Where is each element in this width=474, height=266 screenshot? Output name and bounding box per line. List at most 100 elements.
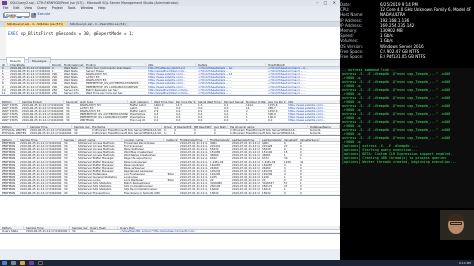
column-header[interactable]: Details <box>196 63 266 66</box>
table-cell[interactable]: <?ClickToSeeDetails -- 14 <box>196 73 266 75</box>
column-header[interactable]: instance_name <box>164 138 178 141</box>
column-header[interactable]: CheckDate <box>8 63 50 66</box>
column-header[interactable]: object_name <box>76 138 122 141</box>
column-header[interactable]: Number of Waits <box>244 100 266 103</box>
column-header[interactable]: Finding <box>84 63 146 66</box>
table-cell[interactable]: <?ClickToSeeDetails -- ... <box>196 76 266 78</box>
table-cell[interactable]: <?ClickToSeeCommand -- ... <box>266 92 340 94</box>
table-cell[interactable]: <?ClickToSeeCommand -- ... <box>266 82 340 84</box>
table-cell[interactable]: <?ClickToSeeCommand -- ... <box>266 76 340 78</box>
column-header[interactable]: ValuePerSecond <box>298 138 320 141</box>
column-header[interactable]: Sample (seconds) <box>70 226 88 229</box>
search-icon[interactable] <box>11 261 16 265</box>
table-cell[interactable]: <?ClickToSeeCommand -- ... <box>266 73 340 75</box>
table-cell[interactable]: <?ClickToSeeCommand -- ... <box>266 79 340 81</box>
table-cell[interactable]: https://www.sqlskills.com/... <box>286 119 340 121</box>
console-window[interactable]: -- ostress command line -- ostress -S. -E… <box>340 68 474 208</box>
table-cell[interactable]: <?ClickToSeeDetails -- ... <box>196 89 266 91</box>
table-cell[interactable]: https://www.sqlskills.com/... <box>286 116 340 118</box>
database-select[interactable]: master <box>4 12 30 17</box>
query-editor[interactable]: EXEC sp_BlitzFirst @Seconds = 30, @Exper… <box>0 27 340 60</box>
query-stats-grid[interactable]: PatternSample TimeSample (seconds)Query … <box>0 226 340 235</box>
column-header[interactable]: wait_category <box>128 100 152 103</box>
table-cell[interactable]: <?ClickToSeeDetails -- ... <box>196 86 266 88</box>
table-cell[interactable]: https://www.sqlskills.com/... <box>146 86 196 88</box>
table-cell[interactable]: <?ClickToSeeCommand -- ... <box>266 89 340 91</box>
table-cell[interactable]: <?ClickToSeeDetails -- ... <box>196 79 266 81</box>
table-row[interactable]: WAIT STATS 2019-06-25 21:12:17.6410000 -0… <box>0 119 340 123</box>
table-cell[interactable]: https://www.sqlskills.com/... <box>146 79 196 81</box>
column-header[interactable]: FirstSampleValue <box>208 138 230 141</box>
column-header[interactable]: Pattern <box>0 125 28 128</box>
table-cell[interactable]: https://www.sqlskills.com/... <box>146 76 196 78</box>
column-header[interactable]: wait_type <box>78 100 128 103</box>
column-header[interactable]: FindingsGroup <box>62 63 84 66</box>
table-cell[interactable]: <?ClickToSeeDetails -- Sp <box>196 67 266 69</box>
column-header[interactable]: MB Read/Written <box>192 125 212 128</box>
column-header[interactable]: Avg Stall (ms) <box>212 125 228 128</box>
column-header[interactable]: FirstSampleTime <box>178 138 208 141</box>
table-cell[interactable]: http://www.BrentOzar.com/... <box>146 70 196 72</box>
column-header[interactable]: Percent Signal Waits <box>222 100 244 103</box>
file-stats-grid[interactable]: PatternSample TimeSample (seconds)File N… <box>0 125 340 137</box>
ssms-taskbar-icon[interactable] <box>29 261 34 265</box>
table-cell[interactable]: https://www.sqlskills.com/... <box>146 82 196 84</box>
explorer-icon[interactable] <box>20 261 25 265</box>
column-header[interactable]: URL <box>146 63 196 66</box>
table-cell[interactable]: <?ClickToSeeCommand -- ... <box>266 70 340 72</box>
column-header[interactable]: Seconds Sample <box>64 100 78 103</box>
start-icon[interactable] <box>2 261 7 265</box>
table-cell[interactable]: https://www.sqlskills.com/... <box>286 110 340 112</box>
column-header[interactable]: Sample Time <box>24 226 70 229</box>
column-header[interactable]: Sample (seconds) <box>62 138 76 141</box>
column-header[interactable]: Per Core Per Second <box>174 100 196 103</box>
console-taskbar-icon[interactable] <box>38 261 43 265</box>
table-row[interactable]: PHYSICAL WRITES 2019-06-25 21:12:17.64100… <box>0 132 340 136</box>
table-cell[interactable]: <?ClickToSeeDetails -- ... <box>196 92 266 94</box>
table-cell[interactable]: https://www.sqlskills.com/... <box>286 104 340 106</box>
wait-stats-grid[interactable]: PatternSample EndedSeconds Samplewait_ty… <box>0 100 340 124</box>
column-header[interactable]: ID <box>0 63 8 66</box>
column-header[interactable]: File Name <box>90 125 162 128</box>
column-header[interactable]: Query Plan <box>118 226 340 229</box>
column-header[interactable]: Pattern <box>0 138 18 141</box>
query-code[interactable]: EXEC sp_BlitzFirst @Seconds = 30, @Exper… <box>8 31 134 36</box>
table-cell[interactable]: <ShowPlanXML xmlns="http://schemas.micro… <box>118 230 340 232</box>
table-row[interactable]: Query Stats 2019-06-25 21:12:17.6410000 -… <box>0 230 340 234</box>
column-header[interactable]: LastSampleTime <box>230 138 260 141</box>
table-cell[interactable]: <?ClickToSeeDetails -- ... <box>196 70 266 72</box>
column-header[interactable]: LastSampleValue <box>260 138 282 141</box>
table-cell[interactable]: http://www.BrentOzar.com/go... <box>146 92 196 94</box>
column-header[interactable]: Query Hash <box>88 226 118 229</box>
table-cell[interactable]: <?ClickToSeeCommand -- K... <box>266 67 340 69</box>
table-cell[interactable]: <?ClickToSeeDetails -- ... <box>196 82 266 84</box>
column-header[interactable]: file physical name <box>228 125 308 128</box>
execute-button[interactable]: ▶ Execute <box>34 12 50 16</box>
column-header[interactable]: Sample Time <box>28 125 72 128</box>
table-cell[interactable]: https://www.sqlskills.com/... <box>286 107 340 109</box>
column-header[interactable]: Sample Ended <box>20 100 64 103</box>
table-cell[interactable]: https://www.sqlskills.com/... <box>146 73 196 75</box>
perfmon-grid[interactable]: PatternSample TimeSample (seconds)object… <box>0 138 340 196</box>
column-header[interactable]: Pattern <box>0 100 20 103</box>
window-controls[interactable]: – ▢ ✕ <box>316 0 338 6</box>
column-header[interactable]: HowToStopIt <box>266 63 340 66</box>
column-header[interactable]: # Reads/Writes <box>172 125 192 128</box>
table-cell[interactable]: https://www.sqlskills.com/... <box>286 113 340 115</box>
column-header[interactable]: counter_name <box>122 138 164 141</box>
table-row[interactable]: 11 2019-06-25 21:12:17.6410000 250 Server I… <box>0 92 340 95</box>
column-header[interactable]: Signal Wait Time (Seconds) <box>196 100 222 103</box>
column-header[interactable]: Wait Time (Seconds) <box>152 100 174 103</box>
column-header[interactable]: Priority <box>50 63 62 66</box>
column-header[interactable]: ValueDelta <box>282 138 298 141</box>
table-row[interactable]: PERFMON 2019-06-25 21:12:17.6410000 -05:0… <box>0 192 340 195</box>
column-header[interactable]: DatabaseName <box>308 125 340 128</box>
column-header[interactable]: Avg ms Per Wait <box>266 100 286 103</box>
column-header[interactable]: Pattern <box>0 226 24 229</box>
table-cell[interactable]: <?ClickToSeeCommand -- ... <box>266 86 340 88</box>
table-cell[interactable]: http://FirstResponderKit.org <box>146 67 196 69</box>
column-header[interactable]: URL <box>286 100 340 103</box>
table-cell[interactable]: http://www.BrentOzar.com/go... <box>146 89 196 91</box>
column-header[interactable]: Drive <box>162 125 172 128</box>
column-header[interactable]: Sample Time <box>18 138 62 141</box>
